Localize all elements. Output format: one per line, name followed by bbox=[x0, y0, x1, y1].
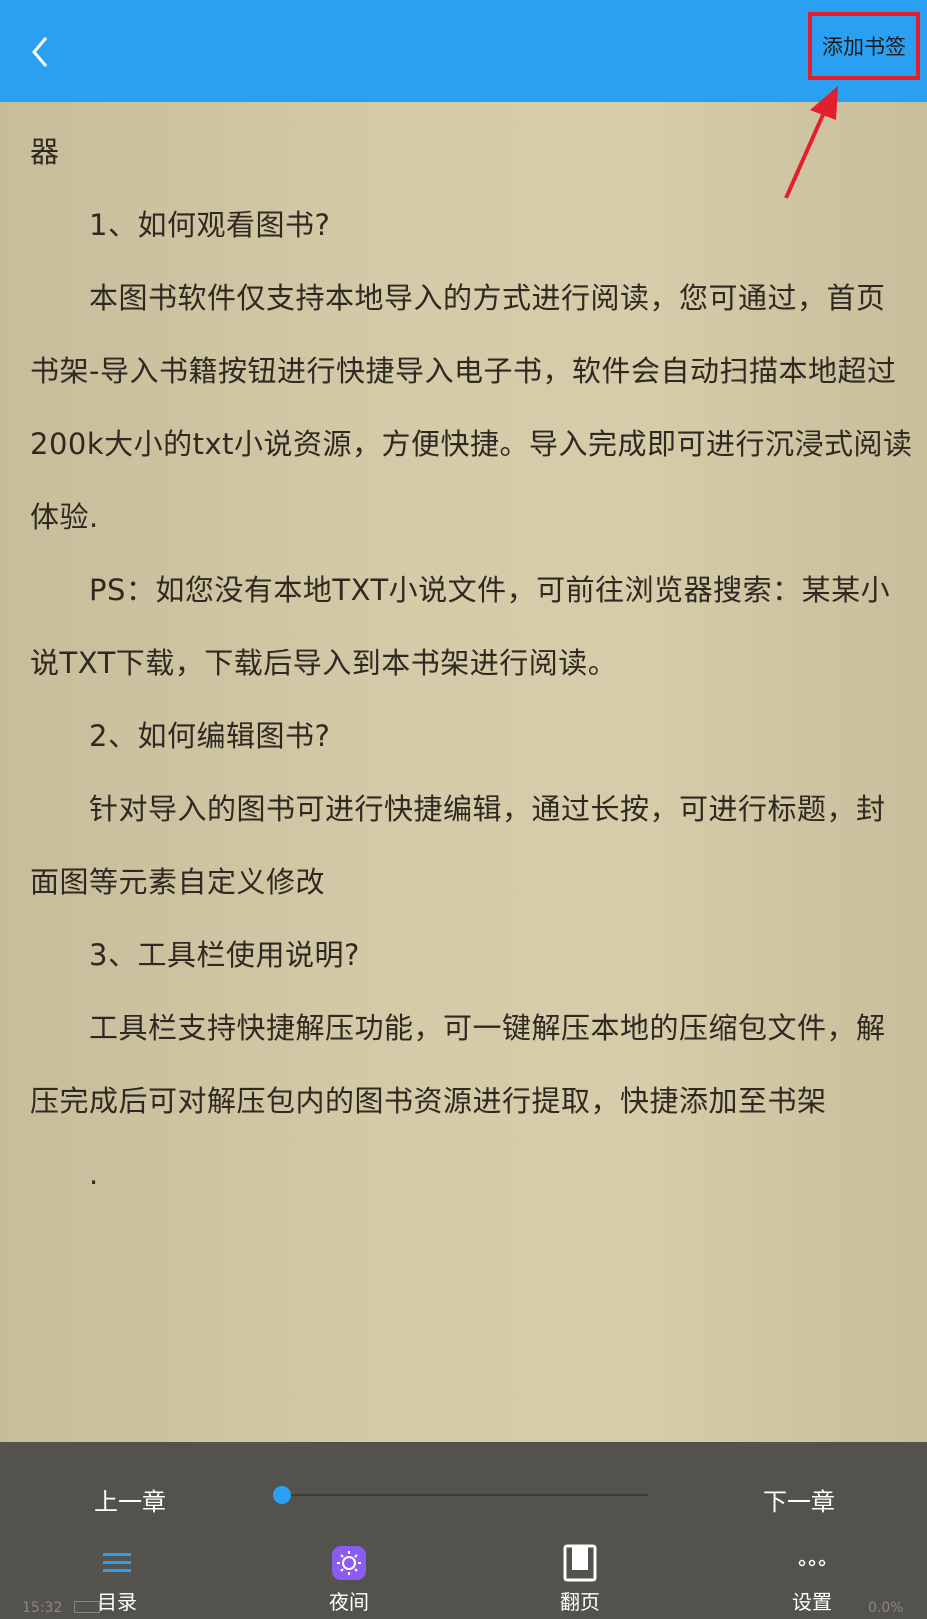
bottom-control-panel: 上一章 下一章 目录 夜间 翻页 设置 bbox=[0, 1442, 927, 1619]
progress-slider-thumb[interactable] bbox=[273, 1486, 291, 1504]
night-mode-icon bbox=[332, 1546, 366, 1580]
text-line: PS：如您没有本地TXT小说文件，可前往浏览器搜索：某某小 bbox=[89, 573, 891, 607]
text-line: 工具栏支持快捷解压功能，可一键解压本地的压缩包文件，解 bbox=[89, 1011, 886, 1045]
text-line: 本图书软件仅支持本地导入的方式进行阅读，您可通过，首页 bbox=[89, 281, 886, 315]
tab-night-mode[interactable]: 夜间 bbox=[294, 1544, 404, 1614]
text-line: 压完成后可对解压包内的图书资源进行提取，快捷添加至书架 bbox=[30, 1084, 827, 1118]
tab-page-turn-label: 翻页 bbox=[560, 1590, 600, 1614]
red-arrow-annotation bbox=[784, 86, 838, 199]
text-line: 体验. bbox=[30, 500, 99, 534]
prev-chapter-button[interactable]: 上一章 bbox=[94, 1482, 166, 1517]
text-line: . bbox=[89, 1157, 99, 1191]
chevron-left-icon bbox=[32, 37, 48, 67]
tab-night-mode-label: 夜间 bbox=[329, 1590, 369, 1614]
text-line: 200k大小的txt小说资源，方便快捷。导入完成即可进行沉浸式阅读 bbox=[30, 427, 913, 461]
progress-slider-track[interactable] bbox=[283, 1494, 648, 1496]
more-dots-icon bbox=[798, 1559, 826, 1567]
add-bookmark-button[interactable]: 添加书签 bbox=[808, 12, 920, 80]
tab-page-turn[interactable]: 翻页 bbox=[525, 1544, 635, 1614]
status-time: 15:32 bbox=[22, 1600, 63, 1616]
next-chapter-button[interactable]: 下一章 bbox=[763, 1482, 835, 1517]
text-line: 器 bbox=[30, 135, 60, 169]
tab-settings-label: 设置 bbox=[792, 1590, 832, 1614]
reading-area[interactable]: 器 1、如何观看图书? 本图书软件仅支持本地导入的方式进行阅读，您可通过，首页 … bbox=[0, 102, 927, 1442]
text-line: 书架-导入书籍按钮进行快捷导入电子书，软件会自动扫描本地超过 bbox=[30, 354, 897, 388]
text-line: 3、工具栏使用说明? bbox=[89, 938, 360, 972]
page-turn-icon bbox=[563, 1544, 597, 1582]
text-line: 面图等元素自定义修改 bbox=[30, 865, 326, 899]
battery-icon bbox=[74, 1601, 100, 1613]
text-line: 针对导入的图书可进行快捷编辑，通过长按，可进行标题，封 bbox=[89, 792, 886, 826]
text-line: 1、如何观看图书? bbox=[89, 208, 331, 242]
tab-settings[interactable]: 设置 bbox=[757, 1544, 867, 1614]
back-button[interactable] bbox=[22, 30, 62, 74]
menu-list-icon bbox=[103, 1553, 131, 1572]
text-line: 说TXT下载，下载后导入到本书架进行阅读。 bbox=[30, 646, 618, 680]
text-line: 2、如何编辑图书? bbox=[89, 719, 331, 753]
reading-progress-percent: 0.0% bbox=[868, 1600, 904, 1616]
